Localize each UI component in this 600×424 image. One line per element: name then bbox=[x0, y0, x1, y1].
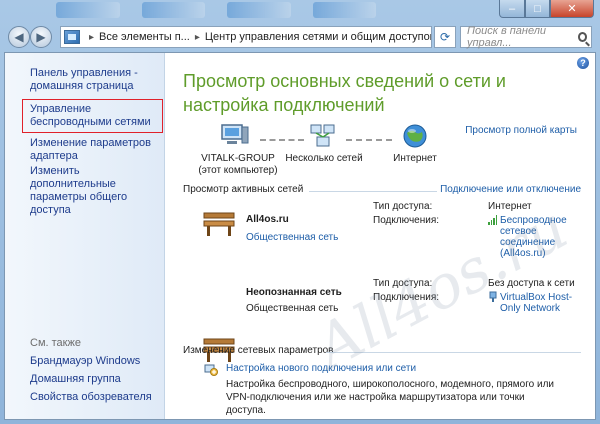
breadcrumb-separator: ▸ bbox=[89, 31, 95, 43]
taskbar-thumbnails bbox=[56, 2, 376, 20]
divider bbox=[326, 352, 581, 353]
sidebar-item-adapter[interactable]: Изменение параметров адаптера bbox=[30, 137, 160, 163]
new-connection-description: Настройка беспроводного, широкополосного… bbox=[226, 379, 555, 416]
computer-subtitle: (этот компьютер) bbox=[198, 165, 278, 176]
content-area: Панель управления - домашняя страница Уп… bbox=[4, 52, 596, 420]
access-type-label-2: Тип доступа: bbox=[373, 278, 433, 289]
wired-adapter-icon bbox=[489, 291, 497, 302]
control-panel-icon bbox=[64, 30, 80, 44]
see-also-internet-options[interactable]: Свойства обозревателя bbox=[30, 391, 160, 404]
maximize-button[interactable]: □ bbox=[525, 0, 550, 18]
window-controls: – □ ✕ bbox=[499, 0, 594, 18]
globe-icon bbox=[403, 124, 427, 148]
map-connector bbox=[260, 139, 304, 141]
title-bar: – □ ✕ bbox=[0, 0, 600, 22]
access-type-value-2: Без доступа к сети bbox=[488, 278, 575, 289]
multiple-networks-icon bbox=[310, 124, 335, 147]
refresh-button[interactable]: ⟳ bbox=[434, 26, 456, 48]
thumbnail bbox=[227, 2, 291, 18]
sidebar: Панель управления - домашняя страница Уп… bbox=[5, 53, 165, 419]
refresh-icon: ⟳ bbox=[439, 30, 451, 44]
thumbnail bbox=[56, 2, 120, 18]
full-map-link[interactable]: Просмотр полной карты bbox=[465, 125, 577, 136]
network-name-1: All4os.ru bbox=[246, 214, 289, 225]
breadcrumb-all-items[interactable]: Все элементы п... bbox=[99, 31, 190, 43]
connect-disconnect-link[interactable]: Подключение или отключение bbox=[440, 184, 581, 195]
thumbnail bbox=[312, 2, 376, 18]
sidebar-item-home[interactable]: Панель управления - домашняя страница bbox=[30, 67, 160, 93]
help-icon[interactable]: ? bbox=[577, 57, 589, 69]
node-multiple-networks[interactable]: Несколько сетей bbox=[282, 153, 366, 165]
computer-icon bbox=[221, 124, 249, 144]
computer-name: VITALK-GROUP bbox=[201, 153, 275, 164]
new-connection-icon bbox=[204, 364, 218, 376]
address-bar[interactable]: ▸ Все элементы п... ▸ Центр управления с… bbox=[60, 26, 432, 48]
divider bbox=[309, 191, 437, 192]
forward-arrow-icon: ▶ bbox=[36, 30, 46, 44]
active-networks-header: Просмотр активных сетей bbox=[183, 184, 304, 195]
navigation-bar: ◀ ▶ ▸ Все элементы п... ▸ Центр управлен… bbox=[4, 24, 596, 50]
search-input[interactable]: Поиск в панели управл... bbox=[460, 25, 592, 49]
access-type-value-1: Интернет bbox=[488, 201, 532, 212]
sidebar-item-wireless[interactable]: Управление беспроводными сетями bbox=[30, 103, 160, 129]
node-this-computer[interactable]: VITALK-GROUP (этот компьютер) bbox=[196, 153, 280, 177]
node-internet[interactable]: Интернет bbox=[384, 153, 446, 165]
map-connector bbox=[346, 139, 392, 141]
back-button[interactable]: ◀ bbox=[8, 26, 30, 48]
see-also-firewall[interactable]: Брандмауэр Windows bbox=[30, 355, 160, 368]
close-button[interactable]: ✕ bbox=[550, 0, 594, 18]
network-type-2: Общественная сеть bbox=[246, 303, 339, 314]
new-connection-link[interactable]: Настройка нового подключения или сети bbox=[226, 363, 416, 374]
access-type-label-1: Тип доступа: bbox=[373, 201, 433, 212]
network-type-link-1[interactable]: Общественная сеть bbox=[246, 232, 338, 243]
see-also-label: См. также bbox=[30, 337, 81, 349]
breadcrumb-separator: ▸ bbox=[194, 31, 200, 43]
connection-link-2[interactable]: VirtualBox Host-Only Network bbox=[500, 292, 580, 314]
minimize-button[interactable]: – bbox=[499, 0, 525, 18]
network-name-2: Неопознанная сеть bbox=[246, 287, 342, 298]
forward-button[interactable]: ▶ bbox=[30, 26, 52, 48]
wireless-signal-icon bbox=[488, 215, 497, 225]
search-placeholder: Поиск в панели управл... bbox=[467, 25, 547, 49]
search-icon[interactable] bbox=[577, 32, 587, 42]
connection-link-1[interactable]: Беспроводное сетевое соединение (All4os.… bbox=[500, 215, 580, 259]
main-panel: ? Просмотр основных сведений о сети и на… bbox=[166, 53, 595, 419]
sidebar-item-sharing[interactable]: Изменить дополнительные параметры общего… bbox=[30, 165, 160, 217]
window: – □ ✕ ◀ ▶ ▸ Все элементы п... ▸ Центр уп… bbox=[0, 0, 600, 424]
connections-label-1: Подключения: bbox=[373, 215, 440, 226]
thumbnail bbox=[141, 2, 205, 18]
see-also-homegroup[interactable]: Домашняя группа bbox=[30, 373, 160, 386]
page-title: Просмотр основных сведений о сети и наст… bbox=[183, 71, 506, 115]
breadcrumb-network-center[interactable]: Центр управления сетями и общим доступом bbox=[205, 31, 431, 43]
public-network-bench-icon bbox=[203, 212, 235, 236]
back-arrow-icon: ◀ bbox=[14, 30, 24, 44]
connections-label-2: Подключения: bbox=[373, 292, 440, 303]
change-settings-header: Изменение сетевых параметров bbox=[183, 345, 334, 356]
